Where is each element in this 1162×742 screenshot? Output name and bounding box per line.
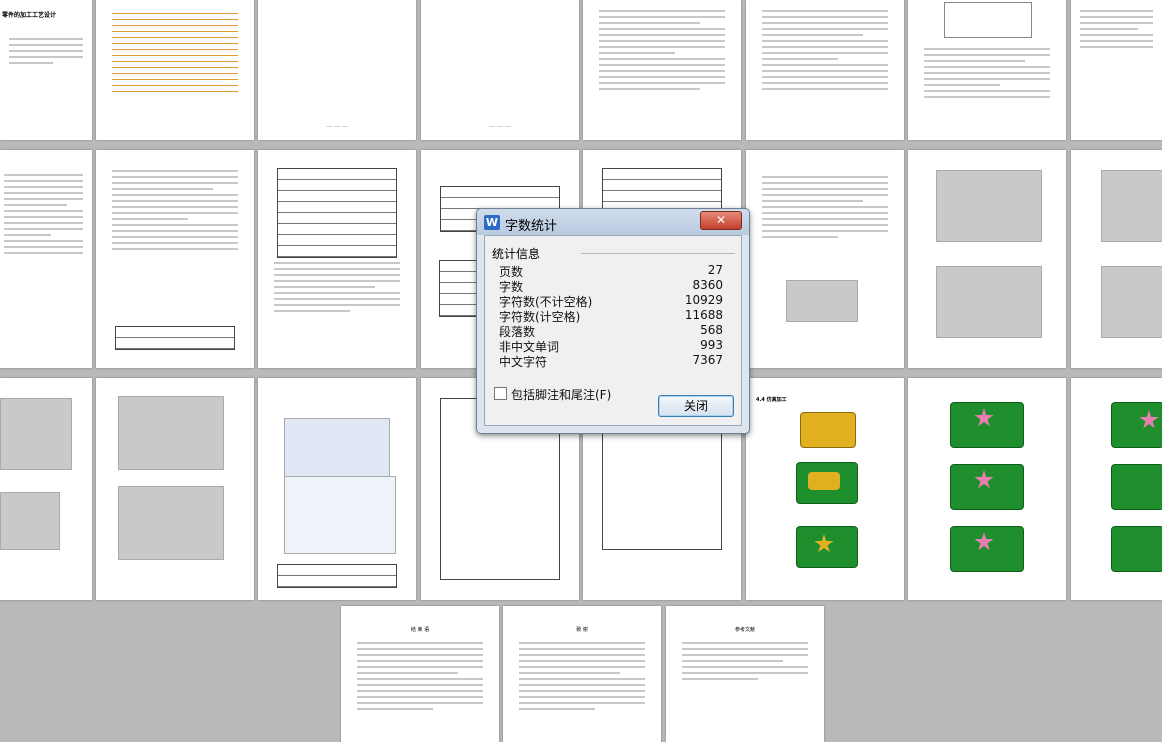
doc-page-thumbnail[interactable] xyxy=(1071,150,1162,368)
stat-row-chars-no-spaces: 字符数(不计空格) 10929 xyxy=(499,293,723,309)
page-heading: 致 谢 xyxy=(576,627,588,633)
separator xyxy=(581,253,735,254)
include-footnotes-label[interactable]: 包括脚注和尾注(F) xyxy=(511,386,611,403)
section-title: 统计信息 xyxy=(492,247,541,261)
page-heading: 参考文献 xyxy=(734,627,755,633)
word-count-dialog: W 字数统计 ✕ 统计信息 页数 27 字数 8360 字符数(不计空格) 10… xyxy=(476,208,750,434)
doc-page-thumbnail[interactable] xyxy=(96,0,254,140)
stat-value: 7367 xyxy=(692,353,723,367)
doc-page-thumbnail[interactable] xyxy=(908,378,1066,600)
doc-page-thumbnail[interactable]: 零件的加工工艺设计 xyxy=(0,0,92,140)
doc-page-thumbnail[interactable]: 致 谢 xyxy=(503,606,661,742)
section-heading: 4.4 仿真加工 xyxy=(756,397,787,403)
doc-page-thumbnail[interactable] xyxy=(96,150,254,368)
doc-page-thumbnail[interactable] xyxy=(1071,378,1162,600)
doc-page-thumbnail[interactable] xyxy=(1071,0,1162,140)
doc-page-thumbnail[interactable]: 4.4 仿真加工 xyxy=(746,378,904,600)
stat-value: 993 xyxy=(700,338,723,352)
stat-value: 27 xyxy=(707,263,723,277)
dialog-content: 统计信息 页数 27 字数 8360 字符数(不计空格) 10929 字符数(计… xyxy=(484,235,742,426)
word-app-icon: W xyxy=(484,215,500,230)
doc-page-thumbnail[interactable]: — — — xyxy=(258,0,416,140)
stat-value: 568 xyxy=(700,323,723,337)
include-footnotes-checkbox[interactable] xyxy=(494,387,507,400)
doc-page-thumbnail[interactable]: 结 束 语 xyxy=(341,606,499,742)
stat-value: 11688 xyxy=(684,308,723,322)
stat-row-paragraphs: 段落数 568 xyxy=(499,323,723,339)
stat-value: 10929 xyxy=(684,293,723,307)
dialog-titlebar[interactable]: W 字数统计 ✕ xyxy=(477,209,749,235)
stat-row-words: 字数 8360 xyxy=(499,278,723,294)
doc-page-thumbnail[interactable]: — — — xyxy=(421,0,579,140)
stat-row-non-chinese-words: 非中文单词 993 xyxy=(499,338,723,354)
stat-row-chars-with-spaces: 字符数(计空格) 11688 xyxy=(499,308,723,324)
stat-row-chinese-chars: 中文字符 7367 xyxy=(499,353,723,369)
stat-value: 8360 xyxy=(692,278,723,292)
page-heading: 结 束 语 xyxy=(410,627,430,633)
doc-page-thumbnail[interactable] xyxy=(0,378,92,600)
close-icon[interactable]: ✕ xyxy=(700,211,742,230)
doc-page-thumbnail[interactable]: 参考文献 xyxy=(666,606,824,742)
doc-page-thumbnail[interactable] xyxy=(258,150,416,368)
doc-page-thumbnail[interactable] xyxy=(96,378,254,600)
close-button[interactable]: 关闭 xyxy=(658,395,734,417)
stat-row-pages: 页数 27 xyxy=(499,263,723,279)
doc-page-thumbnail[interactable] xyxy=(908,0,1066,140)
doc-page-thumbnail[interactable] xyxy=(258,378,416,600)
stat-label: 中文字符 xyxy=(499,355,548,369)
dialog-title: 字数统计 xyxy=(505,219,558,234)
doc-page-thumbnail[interactable] xyxy=(0,150,92,368)
doc-page-thumbnail[interactable] xyxy=(746,0,904,140)
doc-page-thumbnail[interactable] xyxy=(908,150,1066,368)
doc-page-thumbnail[interactable] xyxy=(746,150,904,368)
doc-page-thumbnail[interactable] xyxy=(583,0,741,140)
cover-title: 零件的加工工艺设计 xyxy=(2,12,57,19)
